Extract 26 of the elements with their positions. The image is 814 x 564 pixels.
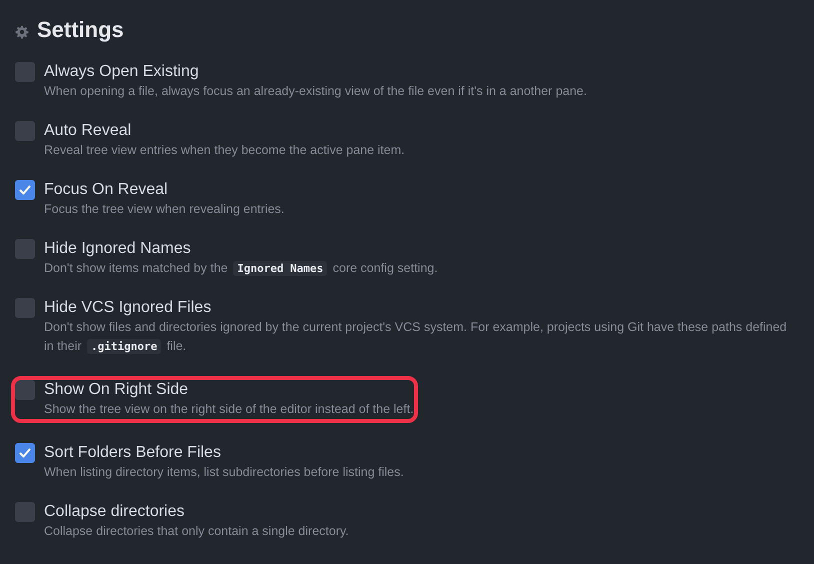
setting-description: Don't show files and directories ignored by the current project's VCS system. For example, projects using Git have these paths defined in their .gitignore file. (44, 319, 787, 356)
checkbox[interactable] (15, 502, 35, 522)
checkbox[interactable] (15, 239, 35, 259)
setting-description: When listing directory items, list subdirectories before listing files. (44, 464, 404, 481)
setting-label: Sort Folders Before Files (44, 443, 222, 463)
setting-label: Hide Ignored Names (44, 239, 192, 259)
gear-icon (15, 25, 29, 39)
checkbox[interactable] (15, 443, 35, 463)
setting-description: Collapse directories that only contain a single directory. (44, 523, 349, 540)
setting-label: Collapse directories (44, 502, 186, 522)
setting-description: Don't show items matched by the Ignored Names core config setting. (44, 260, 438, 278)
checkbox[interactable] (15, 298, 35, 318)
setting-description: Focus the tree view when revealing entries. (44, 201, 284, 218)
setting-label: Auto Reveal (44, 121, 132, 141)
setting-label: Show On Right Side (44, 380, 190, 400)
checkbox[interactable] (15, 380, 35, 400)
setting-label: Hide VCS Ignored Files (44, 298, 212, 318)
setting-description: Reveal tree view entries when they become the active pane item. (44, 142, 405, 159)
checkbox[interactable] (15, 180, 35, 200)
page-title: Settings (37, 17, 124, 43)
setting-label: Focus On Reveal (44, 180, 169, 200)
checkbox[interactable] (15, 62, 35, 82)
setting-description: When opening a file, always focus an already-existing view of the file even if it's in a another pane. (44, 83, 587, 100)
setting-description: Show the tree view on the right side of the editor instead of the left. (44, 401, 414, 418)
setting-label: Always Open Existing (44, 62, 200, 82)
checkbox[interactable] (15, 121, 35, 141)
